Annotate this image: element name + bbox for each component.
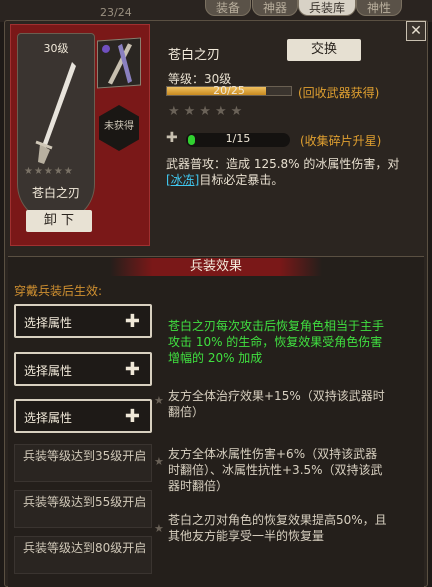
- equip-hint: 穿戴兵装后生效:: [14, 284, 103, 298]
- locked-slot-label: 兵装等级达到35级开启: [23, 449, 147, 463]
- portrait-weapon-name: 苍白之刃: [31, 186, 80, 200]
- tab-equipment[interactable]: 装备: [205, 0, 252, 16]
- obscured-counter: 23/24: [100, 6, 132, 19]
- exchange-button[interactable]: 交换: [287, 39, 361, 61]
- sword-icon: [35, 62, 76, 164]
- portrait-stars: ★★★★★: [24, 166, 74, 177]
- slot-label: 选择属性: [24, 316, 73, 330]
- star-bullet-icon: ★: [154, 522, 164, 535]
- attribute-slot[interactable]: 选择属性 ✚: [14, 399, 152, 433]
- secondary-weapon-slot[interactable]: [97, 37, 141, 89]
- locked-slot-label: 兵装等级达到80级开启: [23, 541, 147, 555]
- star-bullet-icon: ★: [154, 394, 164, 407]
- tab-artifact[interactable]: 神器: [252, 0, 299, 16]
- weapon-banner: 30级 ★★★★★ 苍白之刃 卸 下 未获得: [10, 24, 150, 246]
- locked-slot: 兵装等级达到55级开启: [14, 490, 152, 528]
- star-rating: ★★★★★: [168, 104, 247, 119]
- effect-text-active: 苍白之刃每次攻击后恢复角色相当于主手攻击 10% 的生命，恢复效果受角色伤害增幅…: [168, 319, 385, 365]
- slot-label: 选择属性: [24, 411, 73, 425]
- section-title: 兵装效果: [110, 258, 322, 276]
- weapon-description: 武器普攻：造成 125.8% 的冰属性伤害，对 [冰冻]目标必定暴击。: [166, 156, 406, 188]
- xp-hint: (回收武器获得): [298, 86, 380, 100]
- attribute-slot[interactable]: 选择属性 ✚: [14, 304, 152, 338]
- unequip-button[interactable]: 卸 下: [26, 210, 92, 232]
- desc-text-end: 目标必定暴击。: [199, 173, 284, 187]
- weapon-portrait: 30级 ★★★★★ 苍白之刃 卸 下: [17, 33, 95, 232]
- locked-slot: 兵装等级达到80级开启: [14, 536, 152, 574]
- locked-slot-label: 兵装等级达到55级开启: [23, 495, 147, 509]
- xp-progress-text: 20/25: [213, 84, 245, 97]
- locked-slot: 兵装等级达到35级开启: [14, 444, 152, 482]
- weapon-level-badge: 30级: [43, 42, 69, 55]
- tab-armory[interactable]: 兵装库: [298, 0, 357, 16]
- close-button[interactable]: ✕: [406, 21, 426, 41]
- close-icon: ✕: [410, 23, 422, 39]
- attribute-slot[interactable]: 选择属性 ✚: [14, 352, 152, 386]
- star-bullet-icon: ★: [154, 455, 164, 468]
- weapon-title: 苍白之刃: [168, 48, 221, 63]
- freeze-link[interactable]: [冰冻]: [166, 173, 199, 187]
- tab-divinity[interactable]: 神性: [356, 0, 403, 16]
- shard-hint: (收集碎片升星): [300, 134, 382, 148]
- dual-sword-icon: [102, 43, 132, 85]
- effect-text: 友方全体冰属性伤害+6%（双持该武器时翻倍）、冰属性抗性+3.5%（双持该武器时…: [168, 447, 383, 493]
- effect-text: 友方全体治疗效果+15%（双持该武器时翻倍）: [168, 389, 385, 419]
- not-obtained-label: 未获得: [104, 121, 134, 132]
- shard-progress-text: 1/15: [225, 132, 251, 145]
- plus-icon: ✚: [124, 359, 140, 380]
- puzzle-piece-icon: ✚: [166, 130, 178, 146]
- plus-icon: ✚: [124, 406, 140, 427]
- top-tab-strip: 23/24 装备 神器 兵装库 神性: [0, 0, 432, 22]
- plus-icon: ✚: [124, 311, 140, 332]
- effect-text: 苍白之刃对角色的恢复效果提高50%，且其他友方能享受一半的恢复量: [168, 513, 387, 543]
- desc-text: 武器普攻：造成 125.8% 的冰属性伤害，对: [166, 157, 400, 171]
- slot-label: 选择属性: [24, 364, 73, 378]
